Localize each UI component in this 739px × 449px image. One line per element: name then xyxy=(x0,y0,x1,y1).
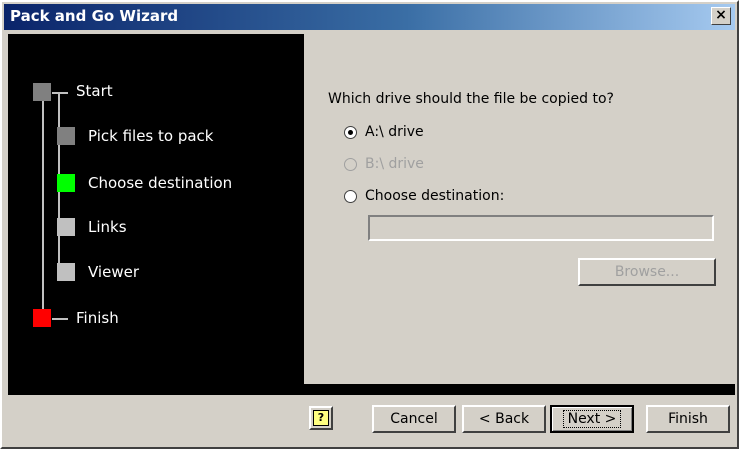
drive-question: Which drive should the file be copied to… xyxy=(328,91,614,107)
browse-button[interactable]: Browse... xyxy=(578,258,716,286)
step-label-links: Links xyxy=(88,218,127,236)
step-label-start: Start xyxy=(76,82,113,100)
option-a-drive[interactable]: A:\ drive xyxy=(344,124,424,140)
radio-choose-destination[interactable] xyxy=(344,189,357,203)
option-choose-destination-label: Choose destination: xyxy=(365,188,505,204)
step-label-choose-destination: Choose destination xyxy=(88,174,233,192)
next-button-label: Next > xyxy=(562,410,622,428)
tree-connector-start xyxy=(52,92,68,94)
step-marker-finish xyxy=(33,309,51,327)
pack-and-go-wizard-window: Pack and Go Wizard × Start Pick files to… xyxy=(0,0,739,449)
cancel-button[interactable]: Cancel xyxy=(372,405,456,433)
finish-button[interactable]: Finish xyxy=(646,405,730,433)
tree-connector-finish xyxy=(52,318,68,320)
step-label-pick-files: Pick files to pack xyxy=(88,127,214,145)
option-b-drive: B:\ drive xyxy=(344,156,424,172)
title-bar[interactable]: Pack and Go Wizard × xyxy=(4,4,735,30)
wizard-content-panel: Which drive should the file be copied to… xyxy=(304,34,736,384)
step-label-viewer: Viewer xyxy=(88,263,139,281)
option-a-drive-label: A:\ drive xyxy=(365,124,424,140)
close-button[interactable]: × xyxy=(711,7,731,25)
help-button[interactable]: ? xyxy=(309,406,333,430)
radio-a-drive[interactable] xyxy=(344,125,357,139)
step-marker-pick-files xyxy=(57,127,75,145)
step-label-finish: Finish xyxy=(76,309,119,327)
step-marker-viewer xyxy=(57,263,75,281)
option-b-drive-label: B:\ drive xyxy=(365,156,424,172)
step-marker-links xyxy=(57,218,75,236)
footer-separator xyxy=(8,384,735,395)
outer-tree-line xyxy=(42,92,44,318)
destination-field[interactable] xyxy=(368,215,714,241)
help-icon: ? xyxy=(313,410,329,426)
radio-b-drive xyxy=(344,157,357,171)
wizard-step-panel: Start Pick files to pack Choose destinat… xyxy=(8,34,304,384)
window-title: Pack and Go Wizard xyxy=(10,7,179,25)
option-choose-destination[interactable]: Choose destination: xyxy=(344,188,504,204)
step-marker-choose-destination xyxy=(57,174,75,192)
step-marker-start xyxy=(33,83,51,101)
next-button[interactable]: Next > xyxy=(550,405,634,433)
back-button[interactable]: < Back xyxy=(462,405,546,433)
